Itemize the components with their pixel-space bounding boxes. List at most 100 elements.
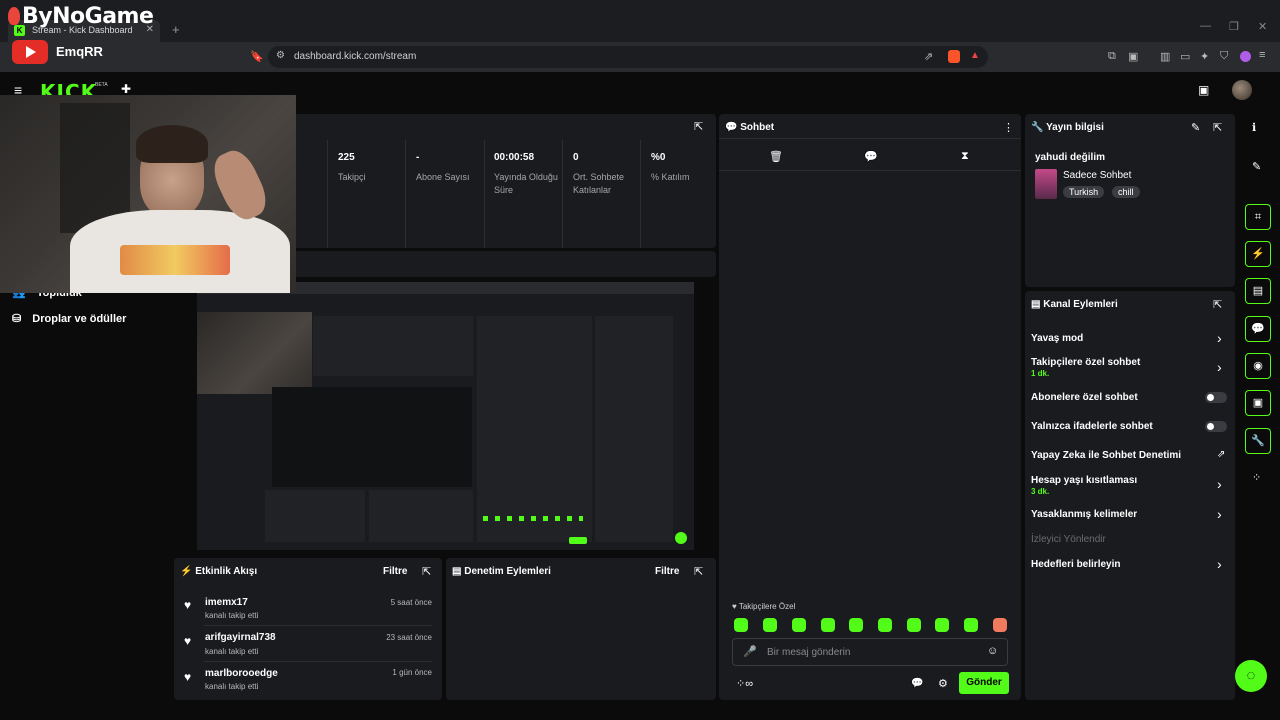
apps-icon[interactable]: ⁘	[1252, 471, 1261, 484]
activity-filter-button[interactable]: Filtre	[383, 566, 407, 577]
document-icon[interactable]: ▤	[1245, 278, 1271, 304]
popout-icon[interactable]: ⇱	[694, 565, 703, 578]
pencil-icon[interactable]: ✎	[1252, 160, 1261, 173]
trash-icon[interactable]: 🗑	[769, 150, 783, 163]
help-chat-icon[interactable]: ◌	[1235, 660, 1267, 692]
stream-preview[interactable]	[197, 282, 694, 550]
bolt-icon[interactable]: ⚡	[1245, 241, 1271, 267]
emote-only-toggle[interactable]	[1205, 421, 1227, 432]
menu-icon[interactable]: ≡	[1259, 49, 1265, 61]
popout-icon[interactable]: ⇱	[1213, 298, 1222, 311]
stream-category[interactable]: Sadece Sohbet	[1063, 170, 1131, 181]
chat-mod-icon[interactable]: 💬	[864, 150, 878, 163]
event-username[interactable]: marlborooedge	[205, 668, 278, 679]
sidebar-toggle-icon[interactable]: ▥	[1160, 50, 1170, 63]
brave-shield-icon[interactable]	[948, 50, 960, 63]
popout-icon[interactable]: ⇱	[1213, 121, 1222, 134]
new-tab-icon[interactable]: +	[172, 22, 180, 37]
stat-value: 0	[573, 152, 579, 163]
chevron-right-icon[interactable]: ›	[1217, 556, 1222, 572]
stream-info-header: 🔧 Yayın bilgisi	[1031, 122, 1104, 133]
hourglass-icon[interactable]: ⧗	[961, 150, 969, 163]
wrench-icon[interactable]: 🔧	[1245, 428, 1271, 454]
chevron-right-icon[interactable]: ›	[1217, 506, 1222, 522]
stream-key-icon[interactable]: ▣	[1198, 83, 1209, 97]
emote-button[interactable]	[792, 618, 806, 632]
channel-actions-header: ▤ Kanal Eylemleri	[1031, 299, 1118, 310]
popout-icon[interactable]: ⇱	[422, 565, 431, 578]
divider	[327, 140, 328, 248]
chevron-right-icon[interactable]: ›	[1217, 359, 1222, 375]
leo-ai-icon[interactable]: ✦	[1200, 50, 1209, 63]
avatar[interactable]	[1232, 80, 1252, 100]
activity-feed-title: Etkinlik Akışı	[195, 566, 258, 577]
chat-header: 💬 Sohbet	[725, 122, 774, 133]
external-link-icon[interactable]: ⇗	[1217, 449, 1225, 460]
stat-label: Abone Sayısı	[416, 172, 470, 182]
stream-tag[interactable]: chill	[1112, 186, 1140, 198]
profile-icon[interactable]	[1240, 51, 1251, 62]
divider	[719, 170, 1021, 171]
sidebar-item-drops[interactable]: ⛁ Droplar ve ödüller	[12, 312, 126, 325]
moderation-filter-button[interactable]: Filtre	[655, 566, 679, 577]
puzzle-icon[interactable]: ✚	[121, 82, 131, 96]
vpn-icon[interactable]: ⛉	[1220, 50, 1228, 63]
stat-value: 00:00:58	[494, 152, 535, 163]
stat-followers: 225 Takipçi	[338, 152, 400, 184]
event-username[interactable]: imemx17	[205, 597, 248, 608]
action-set-goals[interactable]: Hedefleri belirleyin	[1031, 559, 1120, 570]
emote-button[interactable]	[878, 618, 892, 632]
stat-value: -	[416, 152, 420, 163]
emote-button[interactable]	[907, 618, 921, 632]
emoji-icon[interactable]: ☺	[987, 645, 998, 657]
action-ai-moderation[interactable]: Yapay Zeka ile Sohbet Denetimi	[1031, 450, 1181, 461]
clip-icon[interactable]: ⌗	[1245, 204, 1271, 230]
broadcast-icon[interactable]: ◉	[1245, 353, 1271, 379]
more-options-icon[interactable]: ⋮	[1003, 121, 1014, 134]
address-bar[interactable]: ⚙ dashboard.kick.com/stream ⇗ ▲	[268, 46, 988, 68]
emote-button[interactable]	[734, 618, 748, 632]
minimize-icon[interactable]: —	[1200, 20, 1211, 32]
action-followers-only[interactable]: Takipçilere özel sohbet	[1031, 357, 1140, 368]
bookmark-icon[interactable]: 🔖	[250, 50, 264, 63]
layout-icon[interactable]: ▣	[1245, 390, 1271, 416]
action-raid: İzleyici Yönlendir	[1031, 534, 1106, 545]
send-button[interactable]: Gönder	[959, 672, 1009, 694]
info-icon[interactable]: ℹ	[1252, 121, 1256, 134]
emote-button[interactable]	[849, 618, 863, 632]
edit-icon[interactable]: ✎	[1191, 121, 1200, 134]
site-settings-icon[interactable]: ⚙	[276, 50, 285, 61]
emote-button[interactable]	[964, 618, 978, 632]
action-slow-mode[interactable]: Yavaş mod	[1031, 333, 1083, 344]
maximize-icon[interactable]: ❐	[1229, 20, 1239, 33]
wrench-icon: 🔧	[1031, 122, 1044, 133]
action-banned-words[interactable]: Yasaklanmış kelimeler	[1031, 509, 1137, 520]
activity-feed-panel: ⚡ Etkinlik Akışı Filtre ⇱ ♥ imemx17 kana…	[174, 558, 442, 700]
emote-button[interactable]	[993, 618, 1007, 632]
chat-icon[interactable]: 💬	[1245, 316, 1271, 342]
chat-rules-icon[interactable]: 💬	[911, 678, 923, 689]
emote-button[interactable]	[821, 618, 835, 632]
chevron-right-icon[interactable]: ›	[1217, 476, 1222, 492]
chat-input[interactable]: 🎤 Bir mesaj gönderin ☺	[732, 638, 1008, 666]
event-username[interactable]: arifgayirnal738	[205, 632, 276, 643]
close-window-icon[interactable]: ✕	[1258, 20, 1267, 33]
bynogame-watermark: ByNoGame	[8, 4, 154, 29]
stream-tag[interactable]: Turkish	[1063, 186, 1105, 198]
extensions-icon[interactable]: ⧉	[1108, 50, 1116, 63]
action-account-age[interactable]: Hesap yaşı kısıtlaması	[1031, 475, 1137, 486]
microphone-icon[interactable]: 🎤	[743, 645, 757, 658]
chevron-right-icon[interactable]: ›	[1217, 330, 1222, 346]
subscribers-only-toggle[interactable]	[1205, 392, 1227, 403]
emote-button[interactable]	[935, 618, 949, 632]
brave-rewards-icon[interactable]: ▲	[970, 50, 980, 61]
stat-engagement: %0 % Katılım	[651, 152, 713, 184]
emote-button[interactable]	[763, 618, 777, 632]
youtube-icon	[12, 40, 48, 64]
wallet-icon[interactable]: ▭	[1180, 50, 1190, 63]
share-icon[interactable]: ⇗	[924, 50, 933, 63]
bynogame-logo-icon	[8, 7, 20, 25]
chat-settings-icon[interactable]: ⚙	[938, 677, 948, 690]
popout-icon[interactable]: ⇱	[694, 120, 703, 133]
screenshot-icon[interactable]: ▣	[1128, 50, 1138, 63]
